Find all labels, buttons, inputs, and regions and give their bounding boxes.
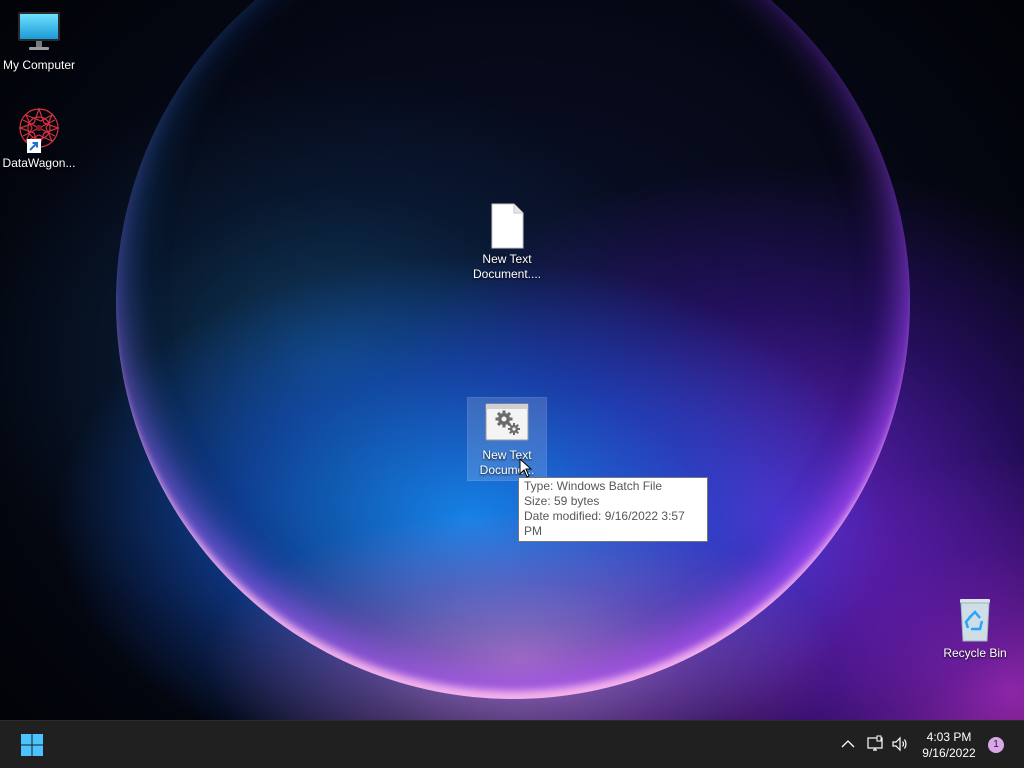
desktop-icon-new-text-document[interactable]: New Text Document.... — [468, 202, 546, 282]
desktop-icon-label: My Computer — [2, 58, 76, 72]
volume-icon[interactable] — [891, 735, 909, 753]
wallpaper-bloom — [116, 0, 910, 699]
file-info-tooltip: Type: Windows Batch File Size: 59 bytes … — [518, 477, 708, 542]
recycle-bin-icon — [951, 596, 999, 644]
taskbar: 4:03 PM 9/16/2022 1 — [0, 720, 1024, 768]
clock-time: 4:03 PM — [926, 730, 972, 744]
monitor-icon — [15, 8, 63, 56]
desktop-icon-datawagon[interactable]: DataWagon... — [0, 106, 78, 171]
desktop-icon-recycle-bin[interactable]: Recycle Bin — [936, 596, 1014, 661]
tooltip-date-modified: Date modified: 9/16/2022 3:57 PM — [524, 509, 685, 538]
chevron-up-icon[interactable] — [839, 735, 857, 753]
desktop-icon-label: New Text Docume... — [479, 448, 535, 477]
network-icon[interactable] — [866, 735, 884, 753]
desktop-icon-label: New Text Document.... — [472, 252, 542, 281]
clock-date: 9/16/2022 — [922, 746, 976, 760]
desktop-icon-label: DataWagon... — [2, 156, 76, 170]
batch-file-icon — [483, 398, 531, 446]
tooltip-size: Size: 59 bytes — [524, 494, 600, 508]
desktop-icon-my-computer[interactable]: My Computer — [0, 8, 78, 73]
desktop-icon-label: Recycle Bin — [943, 646, 1007, 660]
desktop[interactable]: My Computer DataWagon... New Text Docume… — [0, 0, 1024, 720]
system-clock[interactable]: 4:03 PM 9/16/2022 — [914, 729, 984, 761]
datawagon-shortcut-icon — [15, 106, 63, 154]
tooltip-type: Type: Windows Batch File — [524, 479, 663, 493]
mouse-cursor-icon — [519, 457, 533, 478]
text-file-icon — [483, 202, 531, 250]
notification-badge[interactable]: 1 — [988, 737, 1004, 753]
desktop-icon-batch-file[interactable]: New Text Docume... — [467, 397, 547, 481]
start-button[interactable] — [16, 729, 48, 761]
windows-logo-icon — [21, 734, 43, 756]
